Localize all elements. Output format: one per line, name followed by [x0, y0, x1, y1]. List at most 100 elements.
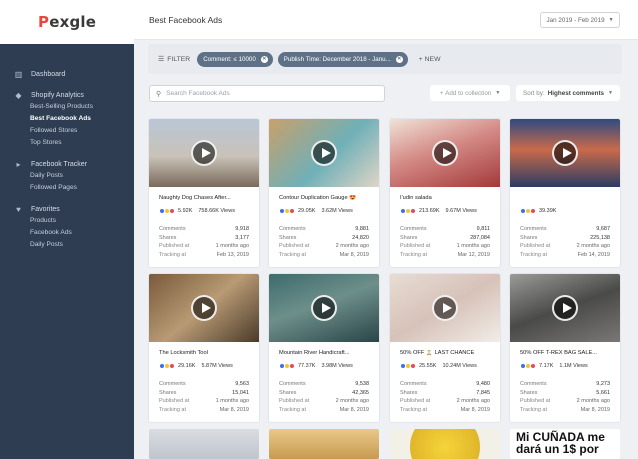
reaction-summary: 29.16K 5.87M Views — [159, 363, 233, 369]
ad-card[interactable]: Naughty Dog Chases After... 5.92K 758.66K … — [149, 119, 259, 267]
ad-card[interactable]: 50% OFF T-REX BAG SALE... 7.17K 1.1M Views… — [510, 274, 620, 422]
comments-label: Comments — [159, 381, 186, 387]
shares-value: 287,084 — [470, 234, 490, 241]
ad-card-partial[interactable] — [269, 429, 379, 459]
date-range-picker[interactable]: Jan 2019 - Feb 2019 ▼ — [540, 12, 620, 28]
sort-value: Highest comments — [547, 89, 605, 97]
shares-value: 24,820 — [352, 234, 369, 241]
ad-card[interactable]: The Locksmith Tool 29.16K 5.87M Views Comme… — [149, 274, 259, 422]
search-input[interactable]: ⚲ Search Facebook Ads — [149, 85, 385, 102]
ad-thumbnail[interactable] — [390, 274, 500, 342]
add-filter-button[interactable]: + NEW — [419, 56, 441, 63]
play-icon[interactable] — [552, 295, 578, 321]
shares-label: Shares — [400, 389, 418, 396]
sort-dropdown[interactable]: Sort by: Highest comments ▼ — [516, 85, 620, 101]
play-icon[interactable] — [432, 140, 458, 166]
love-reaction-icon — [410, 208, 416, 214]
play-icon[interactable] — [311, 140, 337, 166]
shares-value: 7,845 — [476, 389, 490, 396]
reaction-count: 213.69K — [419, 208, 440, 214]
sidebar-item-followed-stores[interactable]: Followed Stores — [0, 125, 134, 137]
ad-card-partial[interactable]: Mi CUÑADA me dará un 1$ por — [510, 429, 620, 459]
ad-thumbnail[interactable] — [269, 274, 379, 342]
chip-label: Comment: ≤ 10000 — [203, 55, 256, 63]
sidebar-item-fav-products[interactable]: Products — [0, 215, 134, 227]
sidebar: Pexgle ▥ Dashboard ◆ Shopify Analytics B… — [0, 0, 134, 459]
shares-label: Shares — [520, 389, 538, 396]
sidebar-nav: ▥ Dashboard ◆ Shopify Analytics Best-Sel… — [0, 44, 134, 251]
ad-title[interactable]: 50% OFF T-REX BAG SALE... — [520, 350, 614, 356]
tracking-value: Mar 8, 2019 — [219, 406, 249, 413]
ad-card[interactable]: 39.39K Comments 9,687 Shares 225,138 Publishe… — [510, 119, 620, 267]
ad-title[interactable]: Naughty Dog Chases After... — [159, 195, 253, 201]
shares-label: Shares — [279, 234, 297, 241]
filter-chip-publish-time[interactable]: Publish Time: December 2018 - Janu... ✕ — [277, 51, 408, 67]
play-icon[interactable] — [191, 295, 217, 321]
reaction-summary: 5.92K 758.66K Views — [159, 208, 235, 214]
comments-label: Comments — [520, 226, 547, 232]
sidebar-section-shopify: ◆ Shopify Analytics — [0, 89, 134, 101]
sidebar-item-dashboard[interactable]: ▥ Dashboard — [0, 68, 134, 80]
sidebar-item-daily-posts[interactable]: Daily Posts — [0, 170, 134, 182]
shares-value: 42,365 — [352, 389, 369, 396]
sidebar-section-favorites: ♥ Favorites — [0, 203, 134, 215]
play-icon[interactable] — [552, 140, 578, 166]
ad-title[interactable]: The Locksmith Tool — [159, 350, 253, 356]
sidebar-item-top-stores[interactable]: Top Stores — [0, 137, 134, 149]
filter-button[interactable]: ☰ FILTER — [158, 55, 190, 64]
ad-card[interactable]: I'udin salada 213.69K 9.67M Views Comments 9… — [390, 119, 500, 267]
love-reaction-icon — [410, 363, 416, 369]
ad-thumbnail[interactable] — [510, 274, 620, 342]
comments-value: 9,918 — [235, 226, 249, 232]
ad-title[interactable]: Mountain River Handicraft... — [279, 350, 373, 356]
comments-label: Comments — [159, 226, 186, 232]
ad-card-partial[interactable] — [149, 429, 259, 459]
tracking-label: Tracking at — [400, 251, 428, 258]
close-icon[interactable]: ✕ — [260, 55, 268, 63]
ad-title[interactable]: 50% OFF ⏳ LAST CHANCE — [400, 350, 494, 356]
filter-chip-comment[interactable]: Comment: ≤ 10000 ✕ — [197, 51, 273, 67]
chip-label: Publish Time: December 2018 - Janu... — [283, 55, 391, 63]
sidebar-item-best-facebook-ads[interactable]: Best Facebook Ads — [0, 113, 134, 125]
play-icon[interactable] — [191, 140, 217, 166]
ad-card[interactable]: 50% OFF ⏳ LAST CHANCE 25.55K 10.24M Views C… — [390, 274, 500, 422]
close-icon[interactable]: ✕ — [395, 55, 403, 63]
comments-label: Comments — [400, 226, 427, 232]
comments-label: Comments — [279, 226, 306, 232]
date-range-value: Jan 2019 - Feb 2019 — [546, 16, 605, 24]
ad-title[interactable]: Contour Duplication Gauge 😍 — [279, 195, 373, 201]
add-to-collection-button[interactable]: + Add to collection ▼ — [430, 85, 510, 101]
sidebar-item-fav-facebook-ads[interactable]: Facebook Ads — [0, 227, 134, 239]
tracking-value: Mar 8, 2019 — [460, 406, 490, 413]
ad-thumbnail[interactable] — [510, 119, 620, 187]
ad-card[interactable]: Contour Duplication Gauge 😍 29.05K 3.62M V… — [269, 119, 379, 267]
sidebar-item-fav-daily-posts[interactable]: Daily Posts — [0, 239, 134, 251]
play-icon[interactable] — [311, 295, 337, 321]
tracking-value: Mar 12, 2019 — [457, 251, 490, 258]
love-reaction-icon — [530, 363, 536, 369]
published-value: 2 months ago — [576, 243, 610, 249]
comments-label: Comments — [520, 381, 547, 387]
ad-thumbnail[interactable] — [269, 119, 379, 187]
sidebar-item-best-selling[interactable]: Best-Selling Products — [0, 101, 134, 113]
play-icon[interactable] — [432, 295, 458, 321]
ad-thumbnail[interactable] — [149, 119, 259, 187]
sidebar-item-followed-pages[interactable]: Followed Pages — [0, 182, 134, 194]
tracking-label: Tracking at — [279, 251, 307, 258]
published-value: 1 months ago — [456, 243, 490, 249]
view-count: 3.98M Views — [321, 363, 353, 369]
ad-stats: Comments 9,881 Shares 24,820 Published at 2 m… — [279, 225, 369, 259]
ad-card[interactable]: Mountain River Handicraft... 77.37K 3.98M … — [269, 274, 379, 422]
ad-thumbnail[interactable] — [390, 119, 500, 187]
shares-value: 225,138 — [590, 234, 610, 241]
published-label: Published at — [400, 398, 431, 404]
published-label: Published at — [279, 398, 310, 404]
ad-title[interactable]: I'udin salada — [400, 195, 494, 201]
logo[interactable]: Pexgle — [38, 13, 96, 31]
love-reaction-icon — [530, 208, 536, 214]
ad-thumbnail[interactable] — [149, 274, 259, 342]
reaction-summary: 39.39K — [520, 208, 562, 214]
comments-value: 9,563 — [235, 381, 249, 387]
ad-card-partial[interactable] — [390, 429, 500, 459]
shares-label: Shares — [159, 234, 177, 241]
